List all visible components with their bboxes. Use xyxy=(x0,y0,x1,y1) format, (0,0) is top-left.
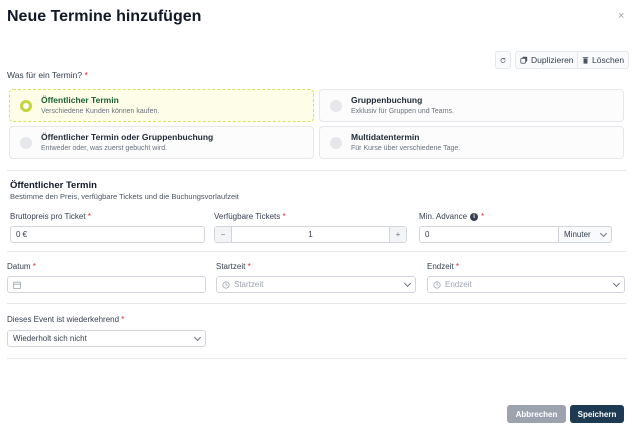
end-time-select[interactable]: Endzeit xyxy=(427,276,625,293)
tickets-value[interactable]: 1 xyxy=(232,230,389,239)
price-input[interactable]: 0 € xyxy=(10,226,205,243)
advance-input[interactable]: 0 xyxy=(419,226,559,243)
option-subtitle: Für Kurse über verschiedene Tage. xyxy=(351,145,461,152)
radio-group[interactable] xyxy=(330,100,342,112)
chevron-down-icon xyxy=(193,333,202,341)
start-time-select[interactable]: Startzeit xyxy=(216,276,416,293)
chevron-down-icon xyxy=(599,229,608,237)
save-button[interactable]: Speichern xyxy=(570,405,624,423)
clock-icon xyxy=(433,280,441,289)
radio-public[interactable] xyxy=(20,100,32,112)
recurring-label: Dieses Event ist wiederkehrend * xyxy=(7,315,125,324)
refresh-button[interactable] xyxy=(495,51,511,69)
section-subtitle: Bestimme den Preis, verfügbare Tickets u… xyxy=(10,192,239,201)
refresh-icon xyxy=(500,57,506,63)
option-card-public-or-group[interactable]: Öffentlicher Termin oder Gruppenbuchung … xyxy=(9,126,314,159)
option-card-public[interactable]: Öffentlicher Termin Verschiedene Kunden … xyxy=(9,89,314,122)
divider xyxy=(7,170,626,171)
duplicate-label: Duplizieren xyxy=(531,55,574,65)
start-label: Startzeit * xyxy=(216,262,251,271)
option-subtitle: Entweder oder, was zuerst gebucht wird. xyxy=(41,145,168,152)
divider xyxy=(7,251,626,252)
delete-button[interactable]: Löschen xyxy=(577,51,630,69)
close-icon[interactable]: × xyxy=(618,10,624,22)
info-icon[interactable]: i xyxy=(470,212,479,221)
decrement-button[interactable]: − xyxy=(215,227,232,242)
copy-icon xyxy=(520,56,528,64)
divider xyxy=(7,358,626,359)
date-label: Datum * xyxy=(7,262,36,271)
section-title: Öffentlicher Termin xyxy=(10,180,97,191)
option-card-multidate[interactable]: Multidatentermin Für Kurse über verschie… xyxy=(319,126,624,159)
option-subtitle: Exklusiv für Gruppen und Teams. xyxy=(351,108,454,115)
option-title: Öffentlicher Termin oder Gruppenbuchung xyxy=(41,132,214,142)
calendar-icon xyxy=(13,281,21,289)
advance-unit-select[interactable]: Minuter xyxy=(558,226,612,243)
tickets-label: Verfügbare Tickets * xyxy=(214,212,286,221)
divider xyxy=(7,303,626,304)
duplicate-button[interactable]: Duplizieren xyxy=(515,51,579,69)
increment-button[interactable]: + xyxy=(389,227,406,242)
delete-label: Löschen xyxy=(592,55,625,65)
end-label: Endzeit * xyxy=(427,262,460,271)
trash-icon xyxy=(582,57,589,64)
cancel-button[interactable]: Abbrechen xyxy=(507,405,566,423)
price-label: Bruttopreis pro Ticket * xyxy=(10,212,91,221)
modal-title: Neue Termine hinzufügen xyxy=(7,8,202,25)
advance-label: Min. Advance i * xyxy=(419,212,485,221)
chevron-down-icon xyxy=(612,279,621,287)
radio-public-or-group[interactable] xyxy=(20,137,32,149)
radio-multidate[interactable] xyxy=(330,137,342,149)
event-type-label: Was für ein Termin? * xyxy=(7,70,88,80)
recurrence-select[interactable]: Wiederholt sich nicht xyxy=(7,330,206,347)
clock-icon xyxy=(222,280,230,289)
tickets-stepper[interactable]: − 1 + xyxy=(214,226,407,243)
option-card-group[interactable]: Gruppenbuchung Exklusiv für Gruppen und … xyxy=(319,89,624,122)
option-title: Gruppenbuchung xyxy=(351,95,423,105)
option-title: Öffentlicher Termin xyxy=(41,95,119,105)
chevron-down-icon xyxy=(403,279,412,287)
date-input[interactable] xyxy=(7,276,206,293)
option-subtitle: Verschiedene Kunden können kaufen. xyxy=(41,108,160,115)
option-title: Multidatentermin xyxy=(351,132,420,142)
